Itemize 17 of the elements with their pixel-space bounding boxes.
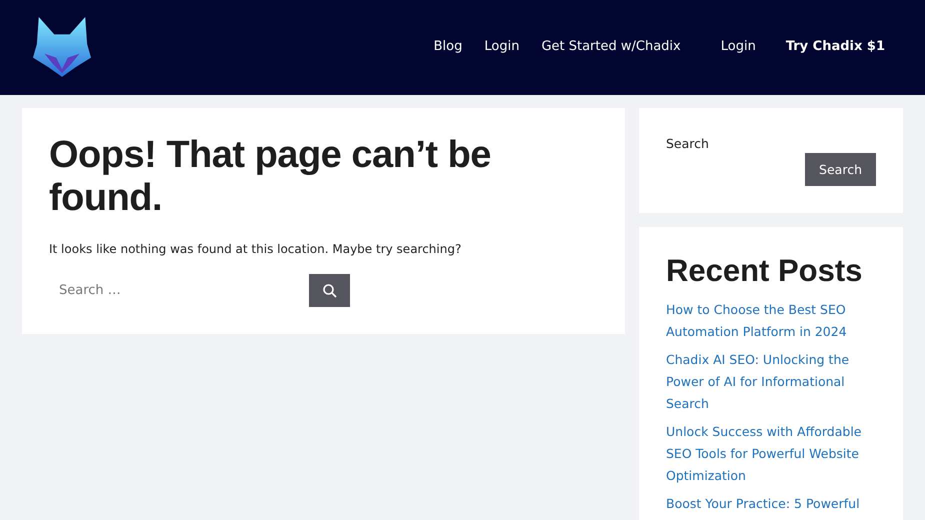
search-button[interactable]	[309, 274, 350, 307]
recent-posts-heading: Recent Posts	[666, 253, 864, 289]
cta-link[interactable]: Try Chadix $1	[786, 39, 885, 54]
post-link[interactable]: Unlock Success with Affordable SEO Tools for Powerful Website Optimization	[666, 421, 883, 487]
search-icon	[322, 284, 336, 298]
not-found-message: It looks like nothing was found at this location. Maybe try searching?	[49, 242, 462, 256]
nav-link[interactable]: Login	[720, 39, 756, 54]
nav-link[interactable]: Blog	[434, 39, 462, 54]
page-title: Oops! That page can’t be found.	[49, 134, 492, 220]
post-link[interactable]: How to Choose the Best SEO Automation Platform in 2024	[666, 299, 883, 343]
search-button[interactable]: Search	[805, 153, 876, 186]
search-label: Search	[666, 136, 710, 151]
nav-link[interactable]: Get Started w/Chadix	[541, 39, 681, 54]
nav-link[interactable]: Login	[484, 39, 520, 54]
post-link[interactable]: Boost Your Practice: 5 Powerful	[666, 493, 883, 515]
post-link[interactable]: Chadix AI SEO: Unlocking the Power of AI for Informational Search	[666, 349, 883, 415]
fox-logo-icon[interactable]	[33, 15, 91, 77]
